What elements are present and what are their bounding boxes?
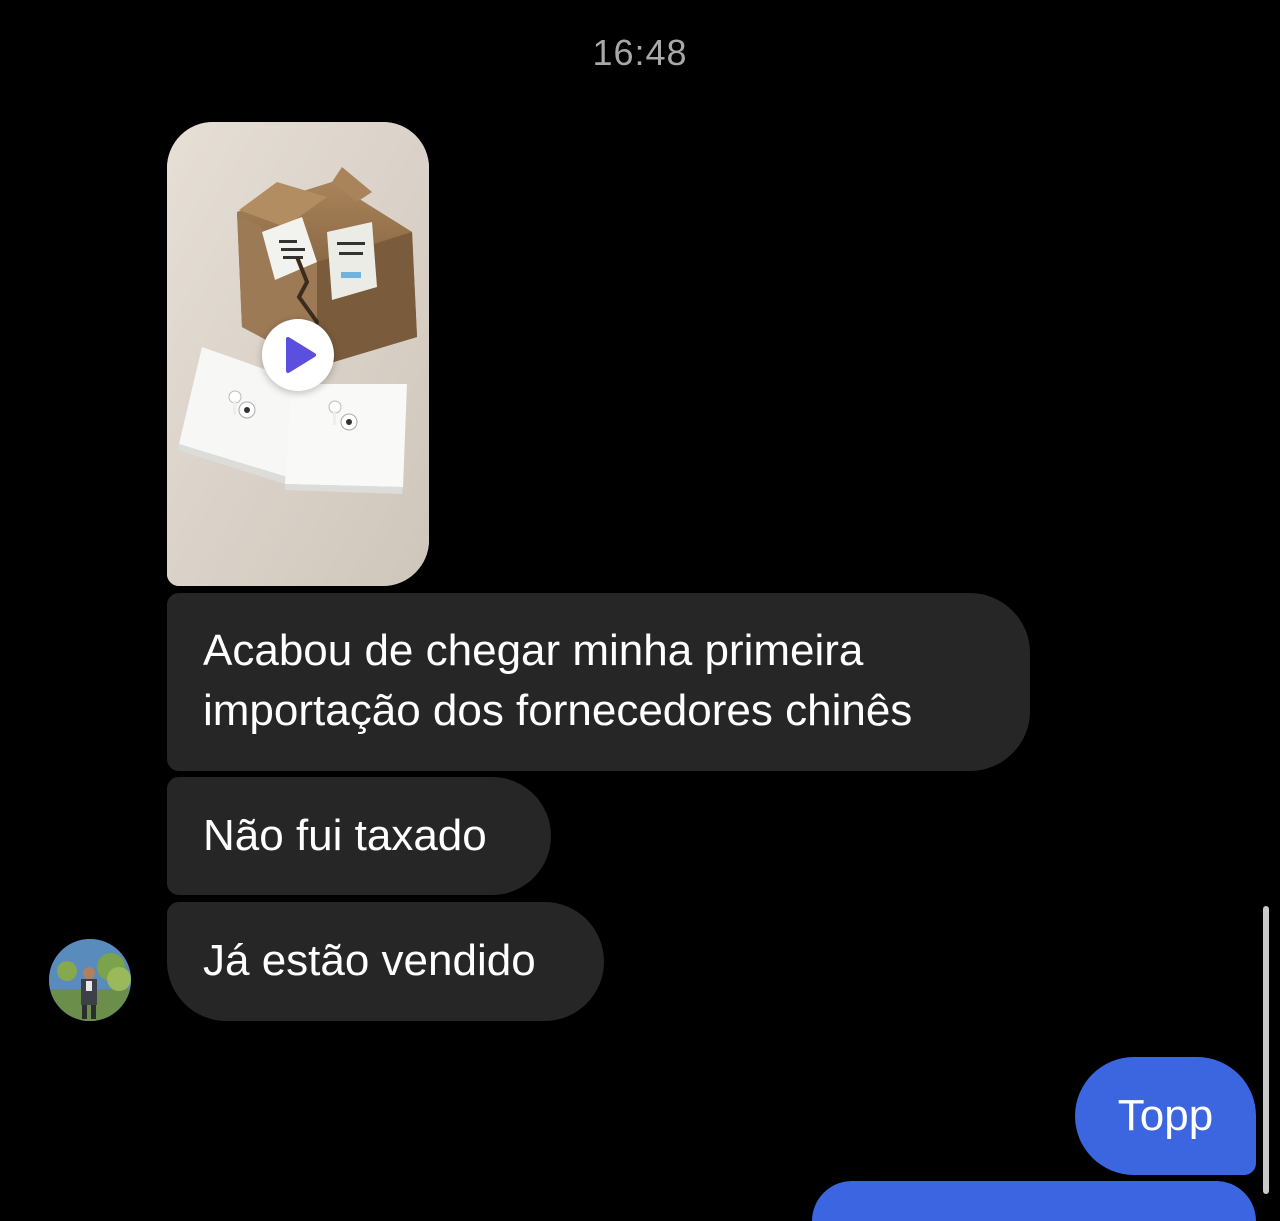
video-message[interactable]	[167, 122, 429, 586]
received-message[interactable]: Acabou de chegar minha primeira importaç…	[167, 593, 1030, 771]
received-message[interactable]: Não fui taxado	[167, 777, 551, 895]
scrollbar[interactable]	[1263, 906, 1269, 1194]
sent-message-partial[interactable]	[812, 1181, 1256, 1221]
contact-avatar[interactable]	[49, 939, 131, 1021]
message-text: Não fui taxado	[203, 811, 487, 860]
message-timestamp: 16:48	[592, 32, 688, 73]
message-text: Topp	[1117, 1091, 1214, 1140]
play-button[interactable]	[262, 319, 334, 391]
play-icon	[286, 337, 316, 373]
message-text-line: Acabou de chegar minha primeira	[203, 626, 864, 675]
sent-message[interactable]: Topp	[1075, 1057, 1256, 1175]
message-text-line: importação dos fornecedores chinês	[203, 686, 913, 735]
message-text: Já estão vendido	[203, 936, 536, 985]
received-message[interactable]: Já estão vendido	[167, 902, 604, 1021]
